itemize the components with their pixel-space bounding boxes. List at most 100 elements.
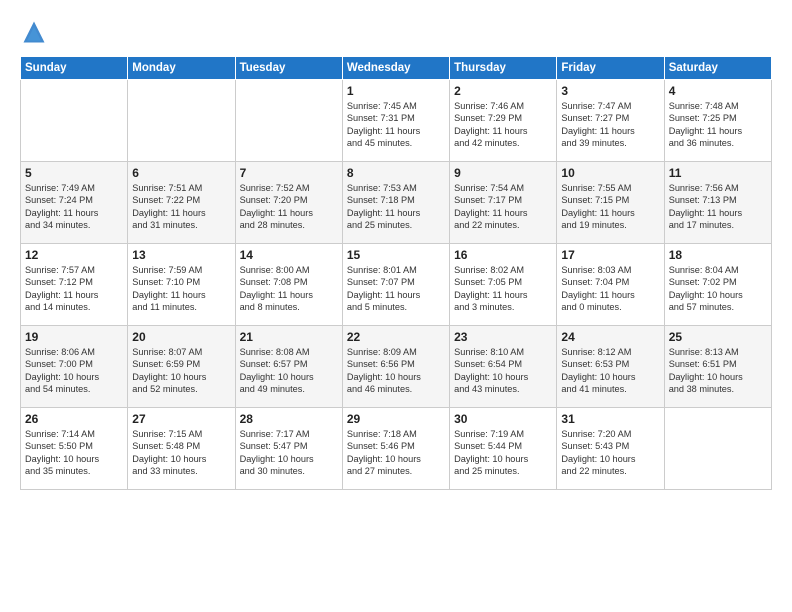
day-info: Sunrise: 7:59 AM Sunset: 7:10 PM Dayligh… <box>132 264 230 314</box>
calendar-cell <box>235 80 342 162</box>
day-number: 27 <box>132 412 230 426</box>
day-number: 28 <box>240 412 338 426</box>
calendar-cell: 27Sunrise: 7:15 AM Sunset: 5:48 PM Dayli… <box>128 408 235 490</box>
day-number: 18 <box>669 248 767 262</box>
day-number: 26 <box>25 412 123 426</box>
day-number: 13 <box>132 248 230 262</box>
day-info: Sunrise: 7:20 AM Sunset: 5:43 PM Dayligh… <box>561 428 659 478</box>
day-info: Sunrise: 7:47 AM Sunset: 7:27 PM Dayligh… <box>561 100 659 150</box>
calendar-cell: 8 Sunrise: 7:53 AM Sunset: 7:18 PM Daylig… <box>342 162 449 244</box>
calendar-week-row: 26Sunrise: 7:14 AM Sunset: 5:50 PM Dayli… <box>21 408 772 490</box>
calendar-cell: 4 Sunrise: 7:48 AM Sunset: 7:25 PM Daylig… <box>664 80 771 162</box>
calendar-cell: 2Sunrise: 7:46 AM Sunset: 7:29 PM Daylig… <box>450 80 557 162</box>
day-number: 17 <box>561 248 659 262</box>
calendar-cell: 14Sunrise: 8:00 AM Sunset: 7:08 PM Dayli… <box>235 244 342 326</box>
header <box>20 18 772 46</box>
day-of-week-header: Friday <box>557 57 664 80</box>
day-info: Sunrise: 7:17 AM Sunset: 5:47 PM Dayligh… <box>240 428 338 478</box>
calendar-week-row: 12 Sunrise: 7:57 AM Sunset: 7:12 PM Dayli… <box>21 244 772 326</box>
day-info: Sunrise: 8:10 AM Sunset: 6:54 PM Dayligh… <box>454 346 552 396</box>
calendar-cell: 24 Sunrise: 8:12 AM Sunset: 6:53 PM Dayli… <box>557 326 664 408</box>
day-of-week-header: Saturday <box>664 57 771 80</box>
day-number: 20 <box>132 330 230 344</box>
day-info: Sunrise: 8:02 AM Sunset: 7:05 PM Dayligh… <box>454 264 552 314</box>
day-info: Sunrise: 8:13 AM Sunset: 6:51 PM Dayligh… <box>669 346 767 396</box>
day-info: Sunrise: 7:18 AM Sunset: 5:46 PM Dayligh… <box>347 428 445 478</box>
calendar: SundayMondayTuesdayWednesdayThursdayFrid… <box>20 56 772 490</box>
day-info: Sunrise: 7:49 AM Sunset: 7:24 PM Dayligh… <box>25 182 123 232</box>
day-info: Sunrise: 7:51 AM Sunset: 7:22 PM Dayligh… <box>132 182 230 232</box>
day-number: 10 <box>561 166 659 180</box>
calendar-cell: 9 Sunrise: 7:54 AM Sunset: 7:17 PM Daylig… <box>450 162 557 244</box>
calendar-cell: 6 Sunrise: 7:51 AM Sunset: 7:22 PM Daylig… <box>128 162 235 244</box>
day-info: Sunrise: 8:03 AM Sunset: 7:04 PM Dayligh… <box>561 264 659 314</box>
calendar-cell: 16 Sunrise: 8:02 AM Sunset: 7:05 PM Dayli… <box>450 244 557 326</box>
day-number: 2 <box>454 84 552 98</box>
day-info: Sunrise: 8:12 AM Sunset: 6:53 PM Dayligh… <box>561 346 659 396</box>
calendar-cell: 3 Sunrise: 7:47 AM Sunset: 7:27 PM Daylig… <box>557 80 664 162</box>
day-info: Sunrise: 7:57 AM Sunset: 7:12 PM Dayligh… <box>25 264 123 314</box>
day-number: 19 <box>25 330 123 344</box>
day-number: 5 <box>25 166 123 180</box>
day-number: 24 <box>561 330 659 344</box>
logo <box>20 18 52 46</box>
calendar-header-row: SundayMondayTuesdayWednesdayThursdayFrid… <box>21 57 772 80</box>
calendar-cell <box>664 408 771 490</box>
calendar-cell: 22 Sunrise: 8:09 AM Sunset: 6:56 PM Dayli… <box>342 326 449 408</box>
calendar-cell: 17 Sunrise: 8:03 AM Sunset: 7:04 PM Dayli… <box>557 244 664 326</box>
calendar-week-row: 5 Sunrise: 7:49 AM Sunset: 7:24 PM Daylig… <box>21 162 772 244</box>
calendar-cell: 5 Sunrise: 7:49 AM Sunset: 7:24 PM Daylig… <box>21 162 128 244</box>
calendar-cell: 31 Sunrise: 7:20 AM Sunset: 5:43 PM Dayli… <box>557 408 664 490</box>
calendar-cell: 20 Sunrise: 8:07 AM Sunset: 6:59 PM Dayli… <box>128 326 235 408</box>
day-info: Sunrise: 8:06 AM Sunset: 7:00 PM Dayligh… <box>25 346 123 396</box>
day-number: 22 <box>347 330 445 344</box>
calendar-cell: 29 Sunrise: 7:18 AM Sunset: 5:46 PM Dayli… <box>342 408 449 490</box>
calendar-cell: 28 Sunrise: 7:17 AM Sunset: 5:47 PM Dayli… <box>235 408 342 490</box>
calendar-cell: 18Sunrise: 8:04 AM Sunset: 7:02 PM Dayli… <box>664 244 771 326</box>
calendar-cell: 1 Sunrise: 7:45 AM Sunset: 7:31 PM Daylig… <box>342 80 449 162</box>
calendar-week-row: 1 Sunrise: 7:45 AM Sunset: 7:31 PM Daylig… <box>21 80 772 162</box>
day-number: 12 <box>25 248 123 262</box>
calendar-cell: 10 Sunrise: 7:55 AM Sunset: 7:15 PM Dayli… <box>557 162 664 244</box>
calendar-cell: 7Sunrise: 7:52 AM Sunset: 7:20 PM Daylig… <box>235 162 342 244</box>
day-number: 30 <box>454 412 552 426</box>
day-info: Sunrise: 8:07 AM Sunset: 6:59 PM Dayligh… <box>132 346 230 396</box>
day-info: Sunrise: 7:45 AM Sunset: 7:31 PM Dayligh… <box>347 100 445 150</box>
calendar-cell: 25 Sunrise: 8:13 AM Sunset: 6:51 PM Dayli… <box>664 326 771 408</box>
day-info: Sunrise: 7:53 AM Sunset: 7:18 PM Dayligh… <box>347 182 445 232</box>
day-info: Sunrise: 7:55 AM Sunset: 7:15 PM Dayligh… <box>561 182 659 232</box>
calendar-cell <box>128 80 235 162</box>
calendar-cell: 19 Sunrise: 8:06 AM Sunset: 7:00 PM Dayli… <box>21 326 128 408</box>
day-number: 3 <box>561 84 659 98</box>
calendar-cell: 11Sunrise: 7:56 AM Sunset: 7:13 PM Dayli… <box>664 162 771 244</box>
day-info: Sunrise: 8:01 AM Sunset: 7:07 PM Dayligh… <box>347 264 445 314</box>
day-of-week-header: Wednesday <box>342 57 449 80</box>
day-info: Sunrise: 7:54 AM Sunset: 7:17 PM Dayligh… <box>454 182 552 232</box>
day-number: 16 <box>454 248 552 262</box>
calendar-cell: 12 Sunrise: 7:57 AM Sunset: 7:12 PM Dayli… <box>21 244 128 326</box>
day-number: 23 <box>454 330 552 344</box>
day-info: Sunrise: 7:19 AM Sunset: 5:44 PM Dayligh… <box>454 428 552 478</box>
calendar-cell: 23 Sunrise: 8:10 AM Sunset: 6:54 PM Dayli… <box>450 326 557 408</box>
day-info: Sunrise: 7:48 AM Sunset: 7:25 PM Dayligh… <box>669 100 767 150</box>
day-of-week-header: Sunday <box>21 57 128 80</box>
day-number: 9 <box>454 166 552 180</box>
day-number: 4 <box>669 84 767 98</box>
calendar-cell: 26Sunrise: 7:14 AM Sunset: 5:50 PM Dayli… <box>21 408 128 490</box>
day-number: 15 <box>347 248 445 262</box>
day-number: 6 <box>132 166 230 180</box>
day-info: Sunrise: 8:09 AM Sunset: 6:56 PM Dayligh… <box>347 346 445 396</box>
calendar-cell: 13 Sunrise: 7:59 AM Sunset: 7:10 PM Dayli… <box>128 244 235 326</box>
page: SundayMondayTuesdayWednesdayThursdayFrid… <box>0 0 792 612</box>
day-number: 1 <box>347 84 445 98</box>
logo-icon <box>20 18 48 46</box>
day-info: Sunrise: 7:56 AM Sunset: 7:13 PM Dayligh… <box>669 182 767 232</box>
calendar-cell: 21Sunrise: 8:08 AM Sunset: 6:57 PM Dayli… <box>235 326 342 408</box>
day-number: 29 <box>347 412 445 426</box>
day-number: 31 <box>561 412 659 426</box>
day-of-week-header: Tuesday <box>235 57 342 80</box>
day-number: 25 <box>669 330 767 344</box>
day-number: 14 <box>240 248 338 262</box>
day-number: 8 <box>347 166 445 180</box>
calendar-cell <box>21 80 128 162</box>
